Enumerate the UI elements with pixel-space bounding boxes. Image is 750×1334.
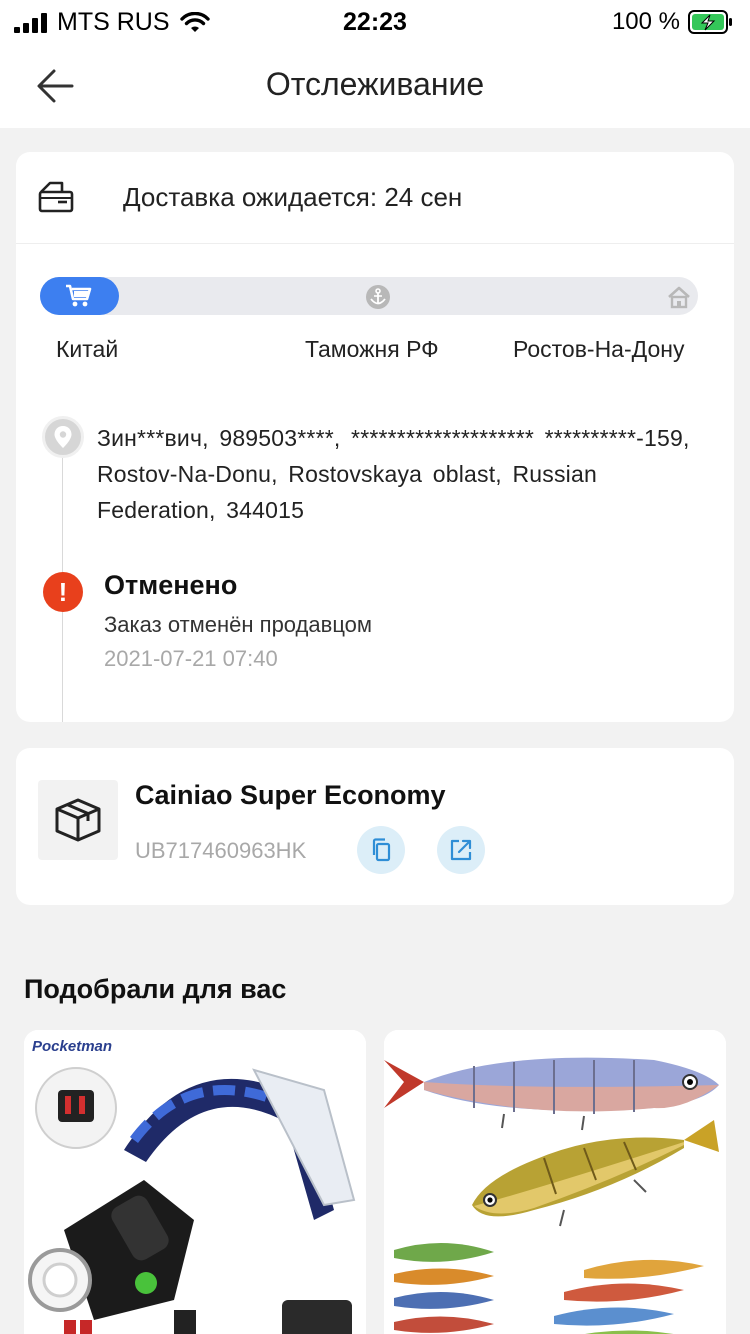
status-bar: MTS RUS 22:23 100 % xyxy=(0,0,750,44)
stage-label-destination: Ростов-На-Дону xyxy=(513,336,685,362)
headlamp-product-image xyxy=(24,1030,366,1334)
alert-icon: ! xyxy=(43,572,83,612)
tracking-card: Доставка ожидается: 24 сен Китай Таможня… xyxy=(16,152,734,722)
page-title: Отслеживание xyxy=(265,66,485,102)
battery-charging-icon xyxy=(688,10,732,34)
home-icon xyxy=(668,286,690,309)
delivery-estimate-row: Доставка ожидается: 24 сен xyxy=(16,152,734,244)
fishing-lure-product-image xyxy=(384,1030,726,1334)
package-box-icon xyxy=(38,780,118,860)
stage-label-origin: Китай xyxy=(56,336,119,362)
copy-icon xyxy=(372,838,391,862)
copy-tracking-button[interactable] xyxy=(357,826,405,874)
battery-percentage: 100 % xyxy=(611,8,680,35)
recommendations-title: Подобрали для вас xyxy=(24,974,287,1004)
stage-label-customs: Таможня РФ xyxy=(305,336,439,362)
shipping-progress-bar xyxy=(40,277,698,315)
open-tracking-link-button[interactable] xyxy=(437,826,485,874)
tracking-number: UB717460963HK xyxy=(135,838,307,863)
cart-icon xyxy=(66,284,92,307)
product-card-fishing-lure[interactable] xyxy=(384,1030,726,1334)
delivery-address: Зин***вич, 989503****, *****************… xyxy=(97,425,690,523)
status-bar-right: 100 % xyxy=(612,8,734,36)
order-status-datetime: 2021-07-21 07:40 xyxy=(104,646,278,671)
shipping-progress-fill xyxy=(40,277,119,315)
anchor-icon xyxy=(366,285,390,309)
product-brand-label: Pocketman xyxy=(32,1038,113,1055)
carrier-name: Cainiao Super Economy xyxy=(135,780,446,810)
location-pin-icon xyxy=(42,416,84,458)
order-status-description: Заказ отменён продавцом xyxy=(104,612,373,637)
order-status-title: Отменено xyxy=(104,570,238,600)
carrier-card: Cainiao Super Economy UB717460963HK xyxy=(16,748,734,905)
truck-icon xyxy=(38,181,74,213)
nav-bar: Отслеживание xyxy=(0,44,750,128)
delivery-estimate-text: Доставка ожидается: 24 сен xyxy=(123,182,463,212)
external-link-icon xyxy=(450,839,472,861)
product-card-headlamp[interactable]: Pocketman xyxy=(24,1030,366,1334)
